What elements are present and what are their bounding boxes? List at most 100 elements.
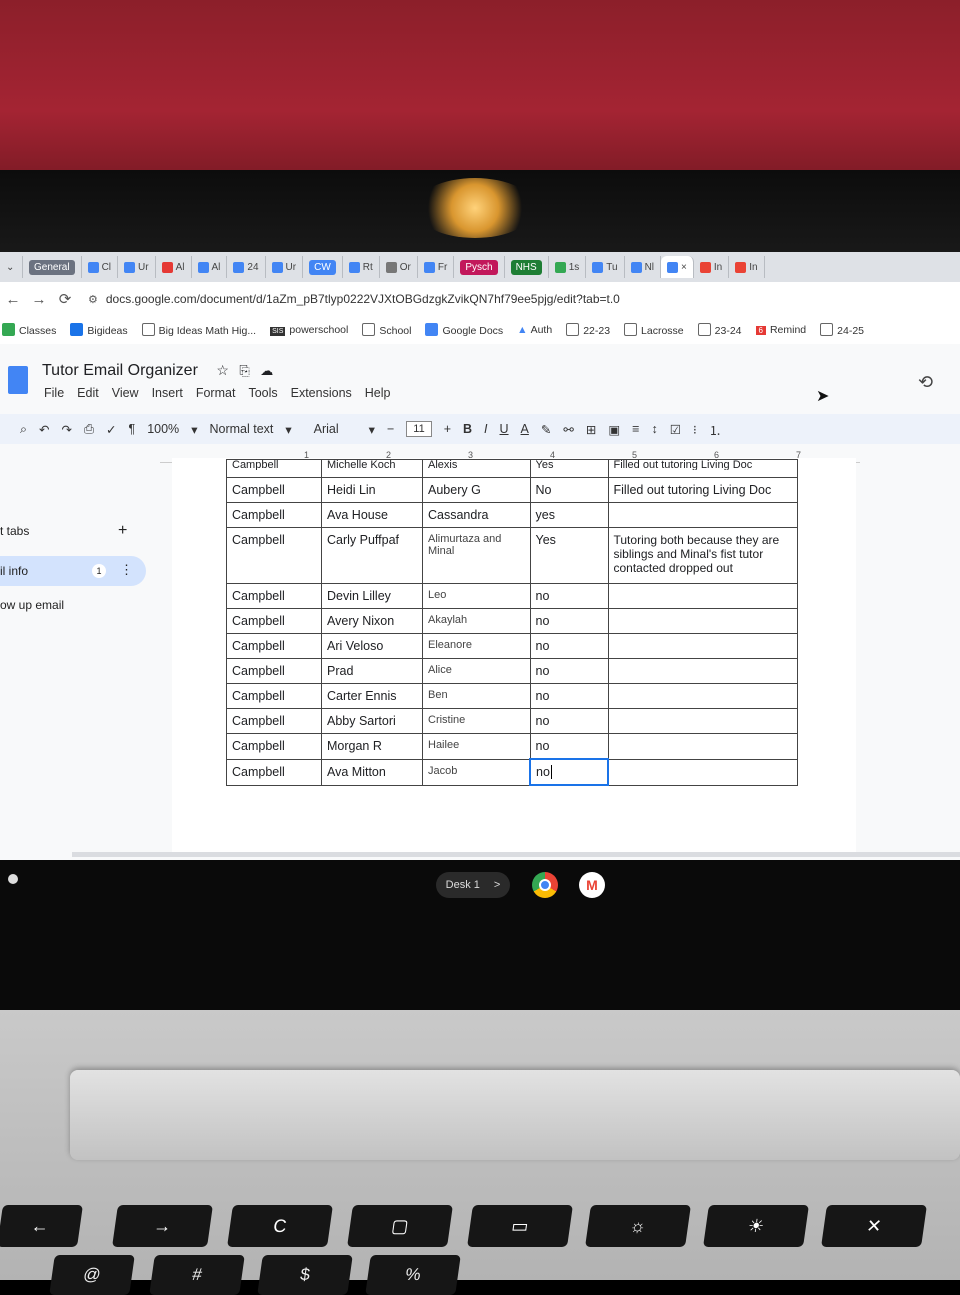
table-cell[interactable]: Alexis — [422, 459, 531, 478]
table-cell[interactable]: Leo — [422, 583, 531, 609]
tab-general[interactable]: General — [23, 256, 82, 278]
table-cell[interactable]: Campbell — [226, 502, 322, 528]
document-title[interactable]: Tutor Email Organizer ☆ ⎘ ☁ — [42, 362, 273, 380]
bookmark-bigideas[interactable]: Bigideas — [70, 323, 128, 337]
tab-doc-nl[interactable]: Nl — [625, 256, 662, 278]
at-key[interactable]: @ — [49, 1255, 135, 1295]
table-cell[interactable] — [607, 583, 798, 609]
image-icon[interactable]: ▣ — [608, 422, 620, 437]
italic-button[interactable]: I — [484, 422, 487, 436]
table-cell[interactable]: Devin Lilley — [321, 583, 423, 609]
redo-icon[interactable]: ↷ — [62, 422, 72, 437]
bookmark-auth[interactable]: ▲ Auth — [517, 324, 552, 336]
back-key[interactable]: ← — [0, 1205, 83, 1247]
mute-key[interactable]: ✕ — [821, 1205, 927, 1247]
table-cell[interactable]: Campbell — [226, 683, 322, 709]
menu-help[interactable]: Help — [365, 386, 391, 400]
bullet-list-icon[interactable]: ⁝ — [693, 422, 697, 437]
chevron-down-icon[interactable]: ▾ — [285, 422, 291, 437]
tab-active-doc[interactable]: × — [661, 256, 694, 278]
launcher-icon[interactable] — [8, 874, 18, 884]
table-cell[interactable] — [607, 758, 798, 786]
table-cell[interactable]: Campbell — [226, 708, 322, 734]
table-cell[interactable]: no — [529, 733, 609, 760]
table-cell[interactable]: Abby Sartori — [321, 708, 423, 734]
line-spacing-icon[interactable]: ↕ — [651, 422, 657, 436]
table-cell[interactable]: Avery Nixon — [321, 608, 423, 634]
table-cell[interactable] — [607, 708, 798, 734]
table-cell[interactable]: Akaylah — [422, 608, 531, 634]
table-cell[interactable]: Campbell — [226, 477, 322, 503]
bold-button[interactable]: B — [463, 422, 472, 436]
desk-button[interactable]: Desk 1 > — [436, 872, 510, 898]
spellcheck-icon[interactable]: ✓ — [106, 422, 116, 437]
menu-tools[interactable]: Tools — [248, 386, 277, 400]
tab-doc-ur2[interactable]: Ur — [266, 256, 304, 278]
table-cell[interactable]: no — [529, 708, 609, 734]
chevron-down-icon[interactable]: ▾ — [191, 422, 197, 437]
checklist-icon[interactable]: ☑ — [670, 422, 681, 437]
table-cell[interactable]: Yes — [529, 527, 609, 584]
increase-font-size-button[interactable]: + — [444, 422, 451, 436]
table-cell[interactable]: Filled out tutoring Living Doc — [607, 459, 798, 478]
bookmark-24-25[interactable]: 24-25 — [820, 323, 864, 337]
horizontal-scrollbar[interactable] — [72, 852, 960, 857]
decrease-font-size-button[interactable]: − — [387, 422, 394, 436]
version-history-icon[interactable]: ⟲ — [918, 372, 933, 393]
bookmark-big-ideas-math[interactable]: Big Ideas Math Hig... — [141, 323, 256, 337]
tab-doc-ur[interactable]: Ur — [118, 256, 156, 278]
star-icon[interactable]: ☆ — [216, 362, 229, 378]
forward-key[interactable]: → — [112, 1205, 213, 1247]
table-cell[interactable]: Morgan R — [321, 733, 423, 760]
tab-doc-tu[interactable]: Tu — [586, 256, 625, 278]
table-cell[interactable]: Campbell — [226, 633, 322, 659]
table-cell[interactable] — [607, 633, 798, 659]
table-cell[interactable]: No — [529, 477, 609, 503]
text-color-button[interactable]: A — [521, 422, 529, 436]
table-cell[interactable]: Cassandra — [422, 502, 531, 528]
gmail-icon[interactable]: M — [579, 872, 605, 898]
bookmark-23-24[interactable]: 23-24 — [697, 323, 742, 337]
font-size-input[interactable]: 11 — [406, 421, 432, 437]
search-menus-icon[interactable]: ⌕ — [20, 422, 27, 437]
comment-icon[interactable]: ⊞ — [586, 422, 596, 437]
table-cell[interactable]: Heidi Lin — [321, 477, 423, 503]
brightness-up-key[interactable]: ☀ — [703, 1205, 809, 1247]
table-cell[interactable]: Prad — [321, 658, 423, 684]
bookmark-lacrosse[interactable]: Lacrosse — [624, 323, 684, 337]
paint-format-icon[interactable]: ¶ — [128, 422, 135, 436]
chevron-down-icon[interactable]: ▾ — [369, 422, 375, 437]
menu-view[interactable]: View — [112, 386, 139, 400]
refresh-key[interactable]: C — [227, 1205, 333, 1247]
tab-item-follow-up-email[interactable]: ow up email — [0, 598, 64, 612]
link-icon[interactable]: ⚯ — [563, 422, 573, 437]
table-cell[interactable]: no — [529, 658, 609, 684]
tab-doc-fr[interactable]: Fr — [418, 256, 455, 278]
bookmark-22-23[interactable]: 22-23 — [566, 323, 610, 337]
cloud-icon[interactable]: ☁ — [260, 363, 273, 378]
hash-key[interactable]: # — [149, 1255, 245, 1295]
table-cell[interactable]: Campbell — [226, 658, 322, 684]
site-info-icon[interactable]: ⚙ — [88, 293, 98, 306]
tab-1s[interactable]: 1s — [549, 256, 587, 278]
bookmark-school[interactable]: School — [362, 323, 411, 337]
table-cell[interactable]: no — [529, 683, 609, 709]
fullscreen-key[interactable]: ▢ — [347, 1205, 453, 1247]
font-select[interactable]: Arial — [314, 422, 339, 436]
table-cell[interactable]: Carter Ennis — [321, 683, 423, 709]
menu-format[interactable]: Format — [196, 386, 236, 400]
tab-nhs[interactable]: NHS — [505, 256, 549, 278]
table-cell[interactable]: no — [529, 633, 609, 659]
bookmark-google-docs[interactable]: Google Docs — [425, 323, 503, 337]
table-cell[interactable]: Carly Puffpaf — [321, 527, 423, 584]
tab-gmail-1[interactable]: In — [694, 256, 730, 278]
tab-youtube[interactable]: Al — [156, 256, 192, 278]
table-cell[interactable]: Tutoring both because they are siblings … — [607, 527, 798, 584]
add-tab-button[interactable]: + — [118, 522, 127, 540]
tab-doc-24[interactable]: 24 — [227, 256, 266, 278]
move-icon[interactable]: ⎘ — [239, 363, 249, 378]
table-cell[interactable]: Yes — [529, 459, 609, 478]
menu-edit[interactable]: Edit — [77, 386, 99, 400]
print-icon[interactable]: ⎙ — [84, 422, 94, 437]
brightness-down-key[interactable]: ☼ — [585, 1205, 691, 1247]
